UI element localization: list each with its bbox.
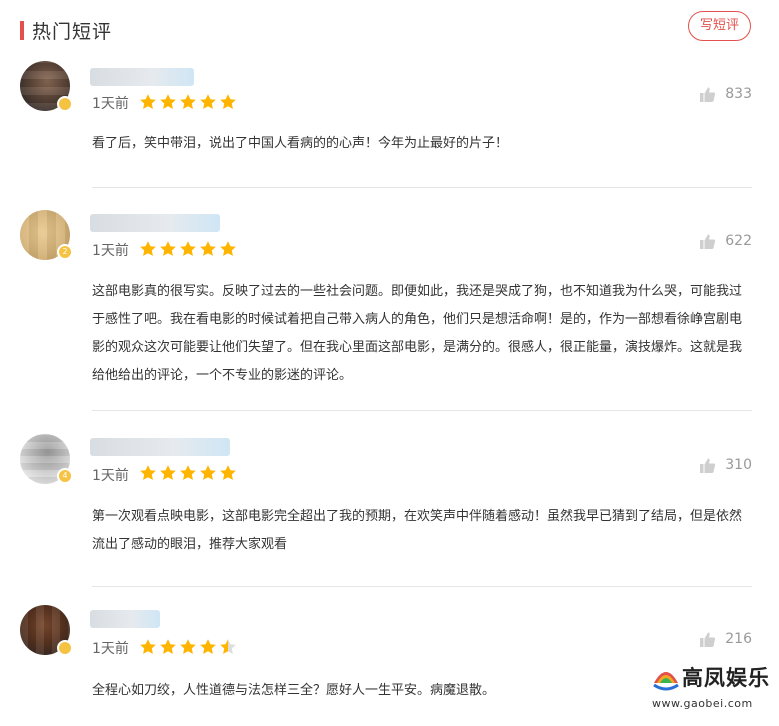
review-content: 这部电影真的很写实。反映了过去的一些社会问题。即便如此，我还是哭成了狗，也不知道… xyxy=(92,284,743,383)
review-time: 1天前 xyxy=(92,641,129,657)
star-icon xyxy=(139,240,157,258)
username-blurred[interactable] xyxy=(90,214,220,232)
like-button[interactable]: 310 xyxy=(699,456,752,474)
star-icon xyxy=(219,464,237,482)
like-count: 833 xyxy=(725,86,752,102)
level-badge: 2 xyxy=(57,244,73,260)
review-content: 第一次观看点映电影，这部电影完全超出了我的预期，在欢笑声中伴随着感动！虽然我早已… xyxy=(92,509,743,552)
divider xyxy=(92,410,752,411)
watermark-brand: 高凤娱乐 xyxy=(682,665,770,690)
star-icon xyxy=(139,464,157,482)
star-rating xyxy=(139,240,239,258)
section-title: 热门短评 xyxy=(32,21,113,43)
star-rating xyxy=(139,464,239,482)
like-count: 310 xyxy=(725,457,752,473)
username-blurred[interactable] xyxy=(90,68,194,86)
star-icon xyxy=(179,638,197,656)
divider xyxy=(92,586,752,587)
thumbs-up-icon xyxy=(699,631,716,648)
star-icon xyxy=(179,240,197,258)
star-icon xyxy=(139,93,157,111)
star-icon xyxy=(199,638,217,656)
star-icon xyxy=(179,464,197,482)
title-accent-bar xyxy=(20,21,24,40)
star-rating xyxy=(139,93,239,111)
star-icon xyxy=(199,93,217,111)
level-badge: 4 xyxy=(57,468,73,484)
star-icon xyxy=(159,464,177,482)
star-rating xyxy=(139,638,239,656)
star-icon xyxy=(139,638,157,656)
star-icon xyxy=(219,638,237,656)
thumbs-up-icon xyxy=(699,233,716,250)
brand-logo-icon xyxy=(653,672,679,691)
thumbs-up-icon xyxy=(699,86,716,103)
review-time: 1天前 xyxy=(92,243,129,259)
like-count: 216 xyxy=(725,631,752,647)
like-count: 622 xyxy=(725,233,752,249)
watermark-url: www.gaobei.com xyxy=(652,697,753,710)
review-time: 1天前 xyxy=(92,96,129,112)
star-icon xyxy=(219,93,237,111)
star-icon xyxy=(159,638,177,656)
review-content: 看了后，笑中带泪，说出了中国人看病的的心声！今年为止最好的片子！ xyxy=(92,136,509,151)
level-badge xyxy=(57,96,73,112)
like-button[interactable]: 622 xyxy=(699,232,752,250)
level-badge xyxy=(57,640,73,656)
watermark: 高凤娱乐 www.gaobei.com xyxy=(648,660,773,720)
star-icon xyxy=(159,93,177,111)
like-button[interactable]: 833 xyxy=(699,85,752,103)
like-button[interactable]: 216 xyxy=(699,630,752,648)
star-icon xyxy=(219,240,237,258)
star-icon xyxy=(179,93,197,111)
write-review-button[interactable]: 写短评 xyxy=(688,11,751,41)
username-blurred[interactable] xyxy=(90,610,160,628)
star-icon xyxy=(159,240,177,258)
review-time: 1天前 xyxy=(92,468,129,484)
username-blurred[interactable] xyxy=(90,438,230,456)
star-icon xyxy=(199,240,217,258)
divider xyxy=(92,187,752,188)
section-header: 热门短评 写短评 xyxy=(0,0,779,62)
star-icon xyxy=(199,464,217,482)
thumbs-up-icon xyxy=(699,457,716,474)
